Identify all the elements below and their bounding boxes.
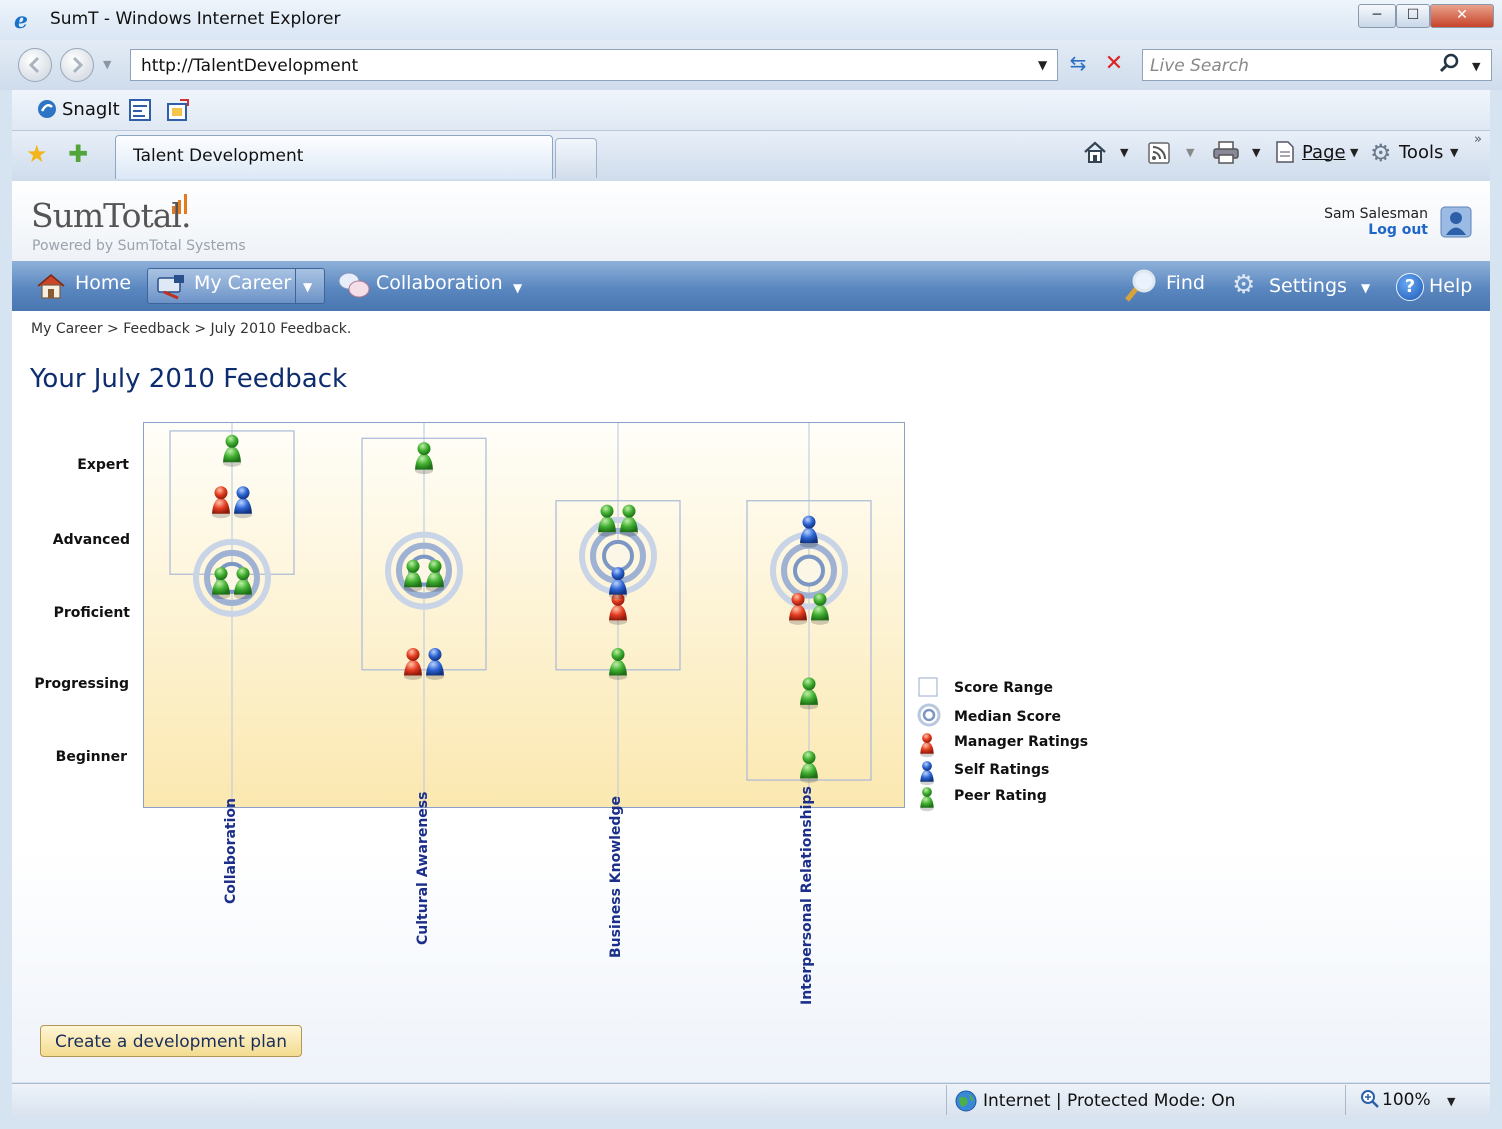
x-label-collaboration: Collaboration (223, 797, 239, 904)
x-label-interpersonal-relationships: Interpersonal Relationships (799, 786, 815, 1005)
peer-rating-marker-head (802, 750, 816, 764)
peer-rating-marker-head (417, 442, 431, 456)
manager-ratings-marker-head (406, 647, 420, 661)
peer-rating-marker-head (225, 434, 239, 448)
legend-manager-swatch-head (922, 733, 932, 743)
peer-rating-marker-body (223, 446, 241, 463)
median-score-marker (385, 531, 463, 610)
peer-rating-marker-head (611, 647, 625, 661)
self-ratings-marker-head (236, 486, 250, 500)
manager-ratings-marker-body (212, 497, 230, 514)
zoom-dropdown-icon[interactable]: ▼ (1447, 1095, 1455, 1108)
manager-ratings-marker (404, 647, 422, 680)
legend-manager-swatch-body (920, 741, 934, 754)
peer-rating-marker-head (622, 504, 636, 518)
legend-self-swatch-body (920, 769, 934, 782)
self-ratings-marker-body (426, 659, 444, 676)
manager-ratings-marker (212, 486, 230, 519)
legend-self-ratings: Self Ratings (954, 762, 1050, 778)
peer-rating-marker-head (428, 559, 442, 573)
peer-rating-marker-head (802, 677, 816, 691)
peer-rating-marker-head (236, 567, 250, 581)
manager-ratings-marker-body (609, 604, 627, 621)
legend-median-score: Median Score (954, 709, 1061, 725)
create-development-plan-button[interactable]: Create a development plan (40, 1025, 302, 1057)
legend-manager-ratings: Manager Ratings (954, 734, 1089, 750)
manager-ratings-marker-head (214, 486, 228, 500)
median-score-marker-ring-inner (793, 554, 825, 587)
y-label-proficient: Proficient (53, 605, 130, 621)
peer-rating-marker-body (415, 453, 433, 470)
legend-peer-swatch-body (920, 795, 934, 808)
peer-rating-marker-head (406, 559, 420, 573)
x-label-business-knowledge: Business Knowledge (608, 796, 624, 958)
peer-rating-marker (800, 677, 818, 710)
median-score-marker-ring-inner (602, 539, 634, 572)
legend-peer-rating: Peer Rating (954, 788, 1047, 804)
self-ratings-marker-head (611, 567, 625, 581)
self-ratings-marker (426, 647, 444, 680)
peer-rating-marker-head (600, 504, 614, 518)
manager-ratings-marker-head (791, 592, 805, 606)
peer-rating-marker (609, 647, 627, 680)
legend-peer-swatch (920, 787, 934, 812)
median-score-marker (193, 538, 271, 617)
y-label-beginner: Beginner (55, 749, 127, 765)
feedback-chart (169, 423, 941, 812)
globe-icon (955, 1090, 977, 1116)
self-ratings-marker-head (428, 647, 442, 661)
peer-rating-marker-body (800, 762, 818, 779)
peer-rating-marker (415, 442, 433, 475)
x-label-cultural-awareness: Cultural Awareness (415, 791, 431, 945)
legend-peer-swatch-head (922, 787, 932, 797)
legend-self-swatch-head (922, 761, 932, 771)
legend-self-swatch (920, 761, 934, 786)
legend-median-ring-inner (922, 708, 936, 722)
security-zone-text: Internet | Protected Mode: On (983, 1091, 1236, 1111)
peer-rating-marker-body (800, 688, 818, 705)
zoom-icon[interactable] (1360, 1089, 1380, 1113)
legend-median-swatch (917, 703, 941, 727)
legend-manager-swatch (920, 733, 934, 758)
peer-rating-marker-head (214, 567, 228, 581)
status-bar (12, 1083, 1490, 1118)
self-ratings-marker-head (802, 515, 816, 529)
self-ratings-marker (800, 515, 818, 548)
y-label-progressing: Progressing (34, 676, 129, 692)
legend-score-range: Score Range (954, 680, 1053, 696)
peer-rating-marker-head (813, 592, 827, 606)
zoom-level[interactable]: 100% (1382, 1090, 1431, 1110)
self-ratings-marker (234, 486, 252, 519)
y-label-advanced: Advanced (52, 532, 130, 548)
peer-rating-marker (800, 750, 818, 783)
self-ratings-marker-body (234, 497, 252, 514)
peer-rating-marker (223, 434, 241, 467)
self-ratings-marker-body (800, 527, 818, 544)
legend-score-range-swatch (918, 677, 938, 697)
manager-ratings-marker-body (404, 659, 422, 676)
status-divider-2 (1345, 1085, 1346, 1115)
y-label-expert: Expert (77, 457, 129, 473)
status-divider (946, 1085, 947, 1115)
peer-rating-marker-body (609, 659, 627, 676)
